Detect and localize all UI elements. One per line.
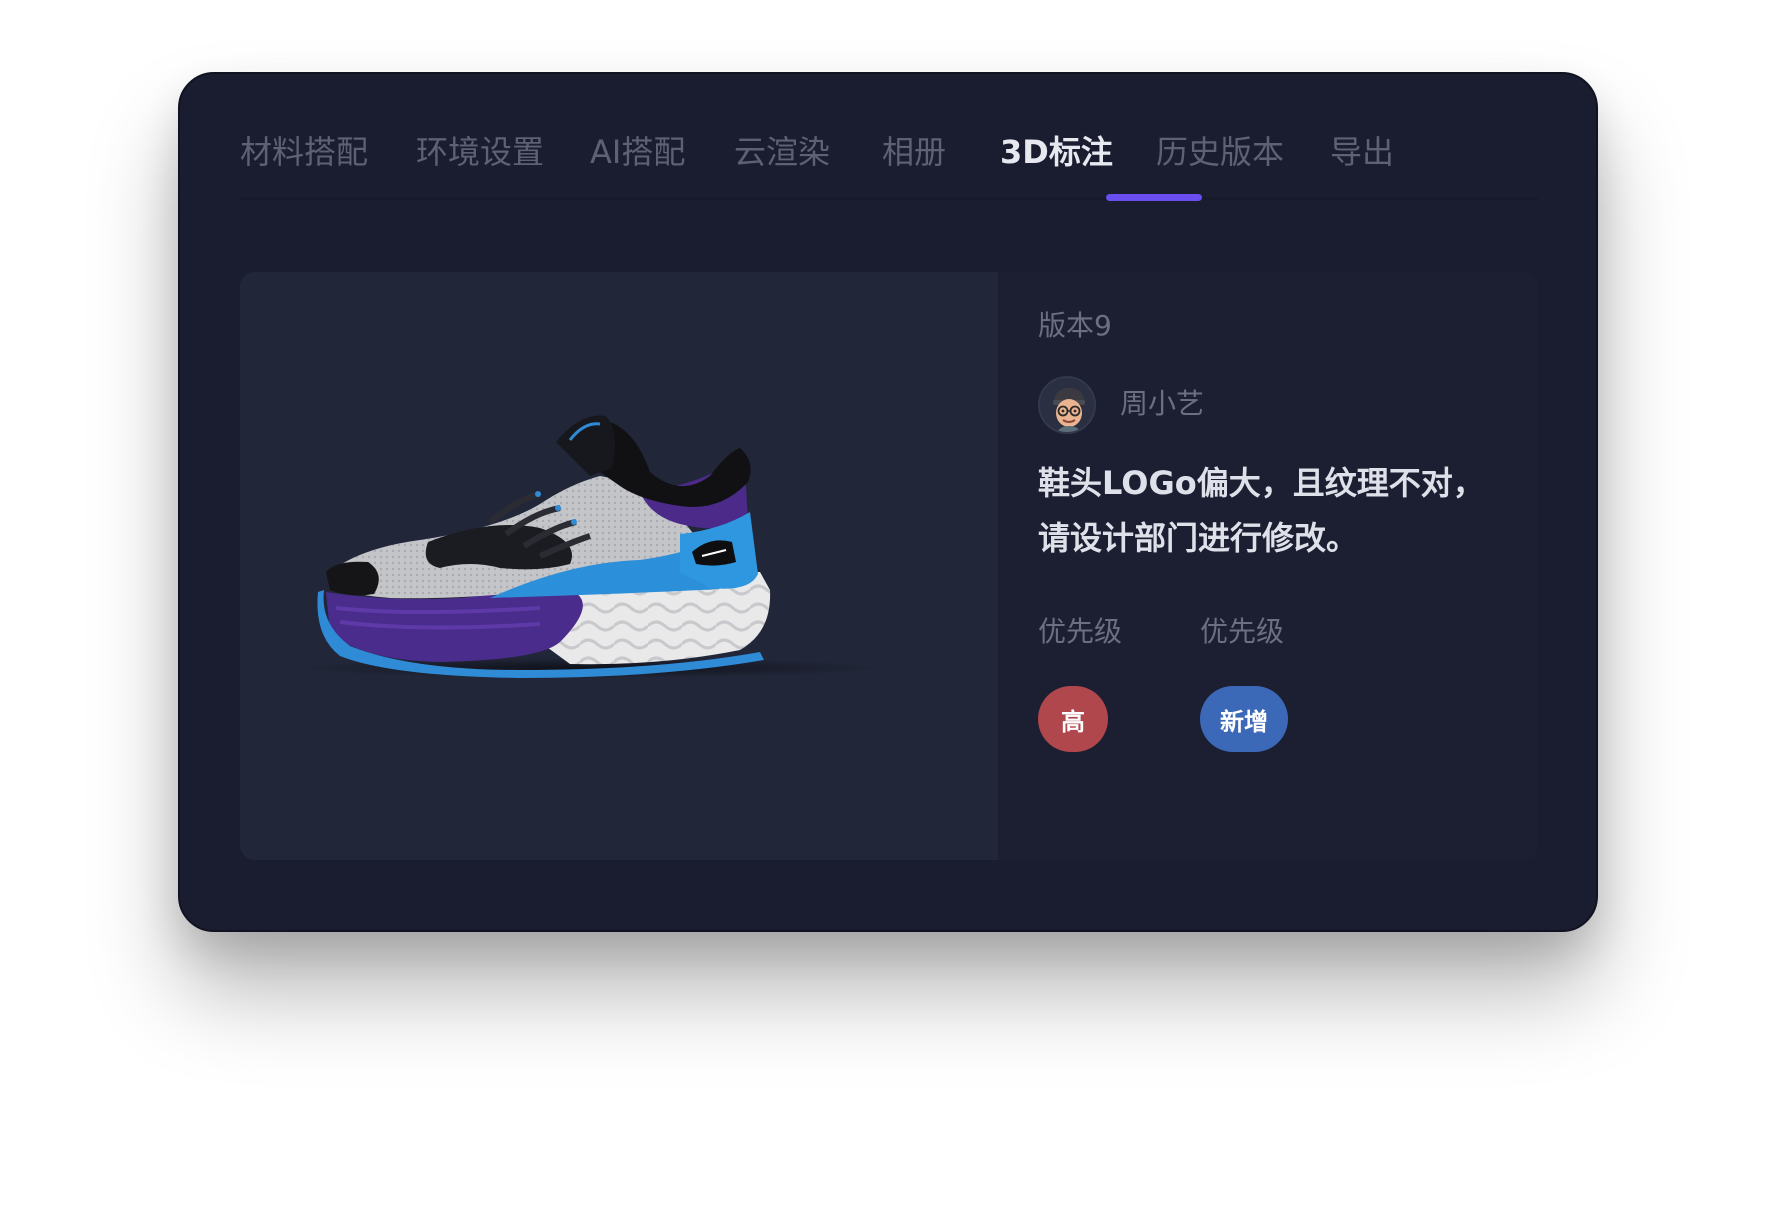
author-name: 周小艺 (1120, 387, 1205, 420)
tab-3d-annotation[interactable]: 3D标注 (1000, 132, 1113, 172)
tab-bar: 材料搭配 环境设置 AI搭配 云渲染 相册 3D标注 历史版本 导出 (240, 114, 1538, 201)
tab-album[interactable]: 相册 (882, 132, 946, 172)
model-viewer[interactable] (240, 272, 998, 860)
annotation-panel: 版本9 周小艺 鞋头LOGo偏大，且纹理不对， 请设计部门进行修改。 优先级 优… (998, 272, 1538, 860)
memoji-avatar-icon (1040, 378, 1094, 432)
sneaker-3d-model[interactable] (240, 272, 998, 860)
active-tab-indicator (1106, 194, 1202, 201)
type-badge[interactable]: 新增 (1200, 686, 1288, 752)
tab-cloud-render[interactable]: 云渲染 (734, 132, 830, 172)
annotation-content: 版本9 周小艺 鞋头LOGo偏大，且纹理不对， 请设计部门进行修改。 优先级 优… (240, 272, 1538, 860)
tab-ai-match[interactable]: AI搭配 (590, 132, 685, 172)
priority-badge[interactable]: 高 (1038, 686, 1108, 752)
tab-environment[interactable]: 环境设置 (416, 132, 544, 172)
comment-line-2: 请设计部门进行修改。 (1038, 519, 1359, 557)
annotation-window: 材料搭配 环境设置 AI搭配 云渲染 相册 3D标注 历史版本 导出 版本9 周… (178, 72, 1598, 932)
type-label: 优先级 (1200, 615, 1285, 648)
tab-history[interactable]: 历史版本 (1156, 132, 1284, 172)
avatar[interactable] (1038, 376, 1096, 434)
version-label: 版本9 (1038, 309, 1112, 342)
annotation-comment: 鞋头LOGo偏大，且纹理不对， 请设计部门进行修改。 (1038, 456, 1508, 566)
tab-materials[interactable]: 材料搭配 (240, 132, 368, 172)
tab-export[interactable]: 导出 (1330, 132, 1394, 172)
comment-line-1: 鞋头LOGo偏大，且纹理不对， (1038, 464, 1485, 502)
priority-label: 优先级 (1038, 615, 1123, 648)
